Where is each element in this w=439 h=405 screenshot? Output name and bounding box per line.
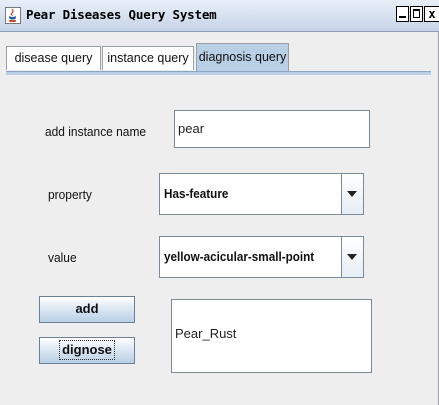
diagnosis-result-field[interactable]: Pear_Rust [171, 299, 372, 373]
tab-diagnosis-query[interactable]: diagnosis query [196, 43, 289, 71]
property-dropdown-button[interactable] [341, 174, 363, 214]
value-dropdown-button[interactable] [341, 237, 363, 277]
maximize-button[interactable] [410, 6, 423, 22]
diagnose-button-label: dignose [59, 340, 115, 360]
close-button[interactable]: x [424, 6, 439, 22]
close-icon: x [428, 7, 436, 21]
tab-disease-query[interactable]: disease query [6, 46, 101, 70]
java-cup-icon [5, 7, 21, 24]
instance-name-label: add instance name [45, 124, 147, 139]
diagnose-button[interactable]: dignose [39, 337, 135, 364]
property-selected-value: Has-feature [164, 186, 229, 201]
app-window: Pear Diseases Query System x disease que… [0, 0, 439, 405]
minimize-icon [399, 16, 406, 18]
value-selected-value: yellow-acicular-small-point [164, 249, 315, 264]
add-button[interactable]: add [39, 296, 135, 323]
property-label: property [48, 187, 92, 202]
title-bar[interactable]: Pear Diseases Query System x [0, 0, 439, 32]
instance-name-field[interactable]: pear [174, 110, 370, 148]
window-title: Pear Diseases Query System [26, 7, 217, 22]
tab-strip: disease query instance query diagnosis q… [0, 36, 439, 72]
property-dropdown[interactable]: Has-feature [159, 173, 364, 215]
value-label: value [48, 250, 77, 265]
maximize-icon [413, 9, 420, 18]
chevron-down-icon [347, 191, 357, 197]
minimize-button[interactable] [396, 6, 409, 22]
chevron-down-icon [347, 254, 357, 260]
value-dropdown[interactable]: yellow-acicular-small-point [159, 236, 364, 278]
tab-instance-query[interactable]: instance query [102, 46, 194, 70]
